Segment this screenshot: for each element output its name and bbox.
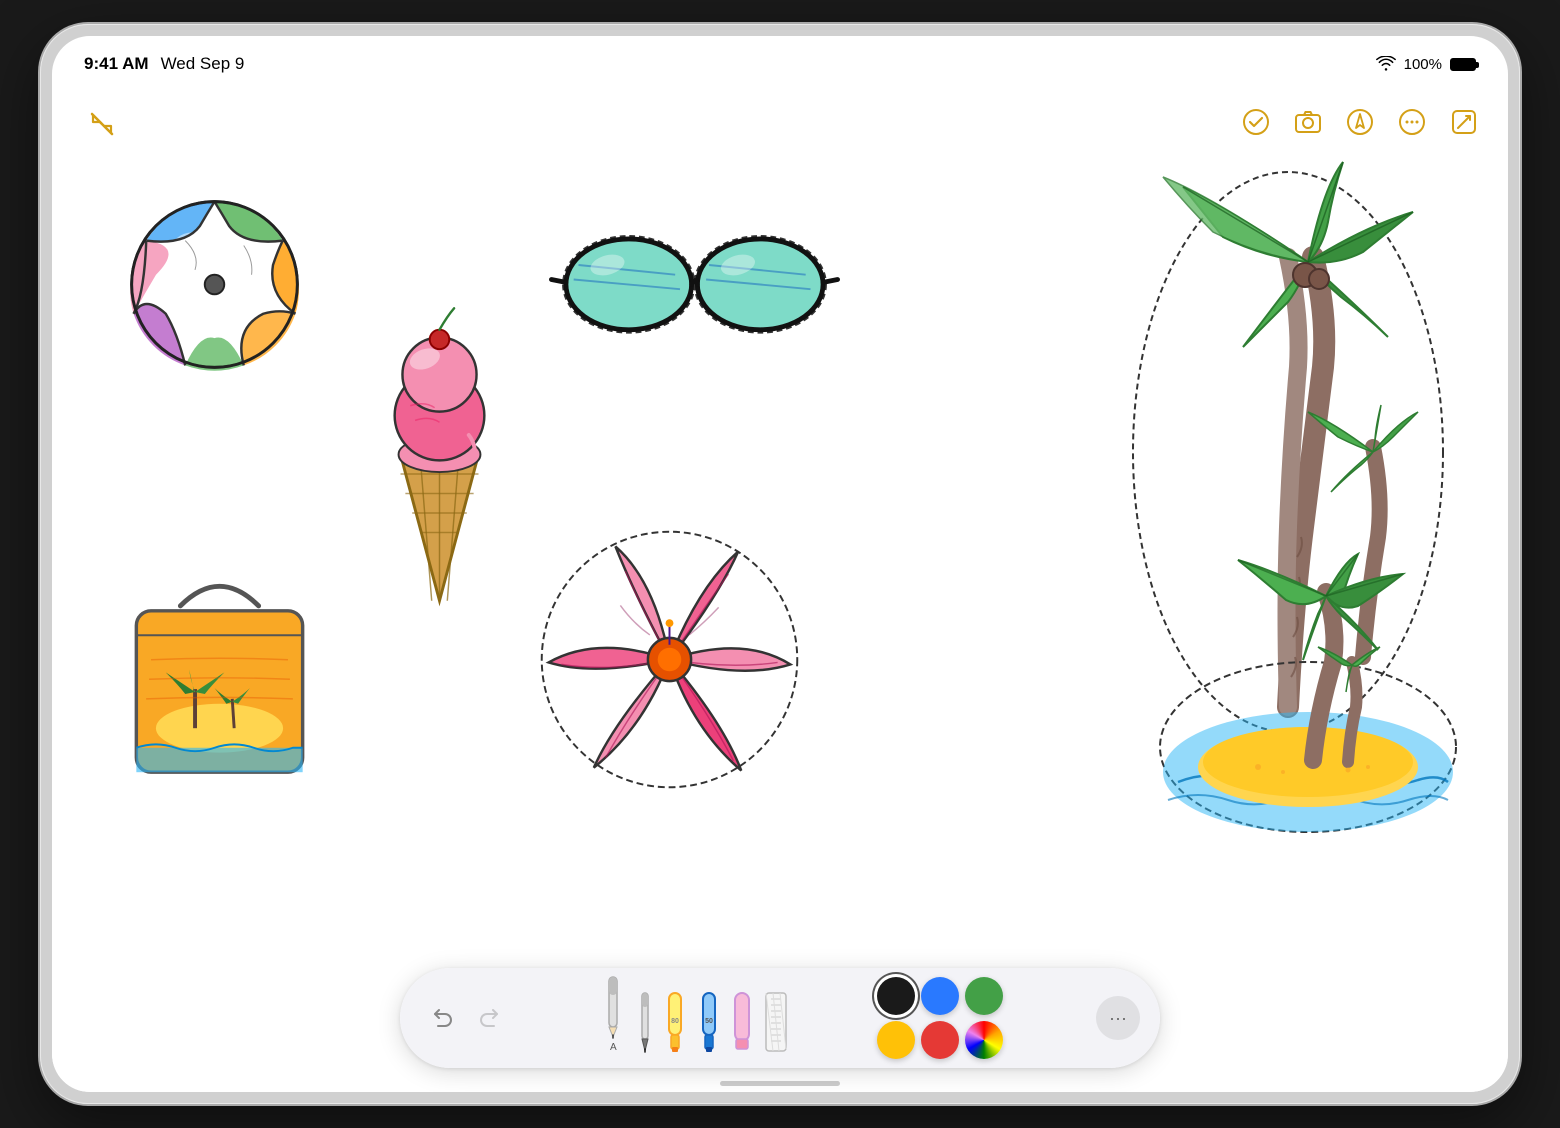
bottom-toolbar: A	[400, 968, 1160, 1068]
navigation-button[interactable]	[1344, 106, 1376, 138]
color-black[interactable]	[877, 977, 915, 1015]
edit-button[interactable]	[1448, 106, 1480, 138]
done-button[interactable]	[1240, 106, 1272, 138]
ruler-tool[interactable]	[761, 991, 791, 1053]
color-palette	[877, 977, 1003, 1059]
more-options-button[interactable]	[1396, 106, 1428, 138]
hibiscus-drawing	[527, 517, 812, 802]
ipad-frame: 9:41 AM Wed Sep 9 100%	[40, 24, 1520, 1104]
color-blue[interactable]	[921, 977, 959, 1015]
marker-blue-tool[interactable]: 50	[695, 991, 723, 1053]
svg-text:50: 50	[705, 1018, 713, 1025]
battery-percentage: 100%	[1404, 56, 1442, 73]
wifi-icon	[1376, 56, 1396, 72]
marker-yellow-tool[interactable]: 80	[661, 991, 689, 1053]
collapse-button[interactable]	[84, 106, 120, 142]
toolbar-top-right	[1240, 106, 1480, 138]
undo-button[interactable]	[420, 996, 464, 1040]
pen-tool[interactable]	[635, 991, 655, 1053]
sunglasses-drawing	[547, 207, 842, 352]
redo-button[interactable]	[468, 996, 512, 1040]
ice-cream-drawing	[342, 297, 537, 612]
home-indicator	[720, 1081, 840, 1086]
camera-button[interactable]	[1292, 106, 1324, 138]
status-date: Wed Sep 9	[161, 54, 245, 74]
beach-bag-drawing	[107, 547, 332, 792]
color-yellow[interactable]	[877, 1021, 915, 1059]
more-tools-button[interactable]: ···	[1096, 996, 1140, 1040]
undo-redo-section	[420, 996, 512, 1040]
tropical-island-drawing	[1148, 552, 1468, 842]
pencil-a-tool[interactable]: A	[597, 975, 629, 1053]
status-left: 9:41 AM Wed Sep 9	[84, 54, 244, 74]
status-right: 100%	[1376, 56, 1476, 73]
svg-text:80: 80	[671, 1018, 679, 1025]
ipad-screen: 9:41 AM Wed Sep 9 100%	[52, 36, 1508, 1092]
eraser-tool[interactable]	[729, 991, 755, 1053]
status-time: 9:41 AM	[84, 54, 149, 74]
beach-ball-drawing	[117, 187, 312, 382]
status-bar: 9:41 AM Wed Sep 9 100%	[52, 36, 1508, 92]
color-red[interactable]	[921, 1021, 959, 1059]
color-multicolor[interactable]	[965, 1021, 1003, 1059]
color-green[interactable]	[965, 977, 1003, 1015]
toolbar-top-left	[84, 106, 120, 142]
drawing-tools-section: A	[597, 979, 791, 1057]
canvas-area[interactable]	[52, 92, 1508, 1092]
